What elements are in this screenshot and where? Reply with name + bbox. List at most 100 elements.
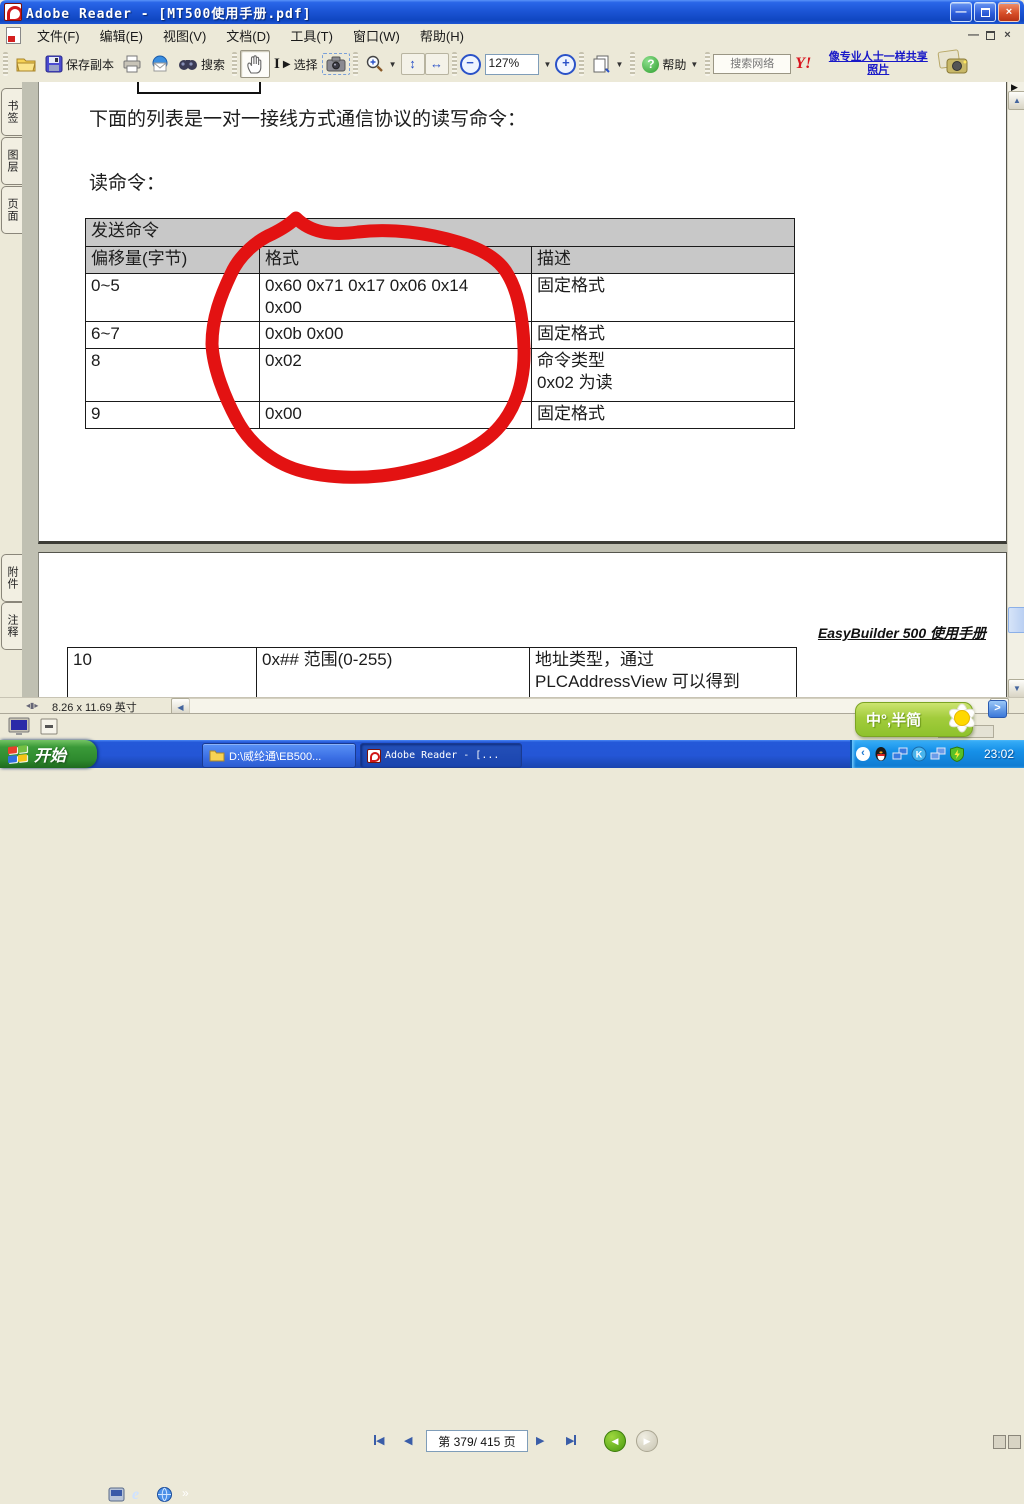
tab-comments[interactable]: 注释 [1, 602, 22, 650]
vertical-scroll-thumb[interactable] [1008, 607, 1024, 633]
close-button[interactable]: × [998, 2, 1020, 22]
page-layout-facing-icon[interactable] [1008, 1435, 1021, 1449]
toolbar-grip[interactable] [452, 52, 457, 76]
yahoo-button[interactable]: Y! [791, 52, 815, 76]
page-display-button[interactable]: ▼ [587, 51, 627, 77]
snapshot-button[interactable] [322, 53, 350, 75]
scroll-down-button[interactable]: ▼ [1008, 679, 1024, 698]
mdi-close-button[interactable]: × [999, 28, 1016, 43]
next-view-button[interactable]: ▶ [636, 1430, 658, 1452]
tab-attachments[interactable]: 附件 [1, 554, 22, 602]
ime-expand-button[interactable]: > [988, 700, 1007, 718]
vertical-scrollbar[interactable]: ▶ ▲ ▼ [1007, 82, 1024, 697]
quick-launch-browser-icon[interactable] [156, 1486, 173, 1503]
tab-pages[interactable]: 页面 [1, 186, 22, 234]
quick-launch-ie-icon[interactable]: e [132, 1486, 149, 1503]
zoom-level-combobox[interactable]: 127% [485, 54, 539, 75]
menu-file[interactable]: 文件(F) [27, 23, 90, 48]
help-icon: ? [642, 56, 659, 73]
table-row: 6~7 0x0b 0x00 固定格式 [86, 322, 795, 349]
ime-status-text: 中°,半简 [866, 709, 921, 730]
tray-network-icon[interactable] [892, 746, 908, 762]
document-section-label: 读命令： [89, 168, 165, 195]
previous-page-button[interactable]: ◀ [400, 1430, 416, 1450]
hide-tray-icons-chevron[interactable]: ‹ [856, 747, 870, 761]
menu-document[interactable]: 文档(D) [216, 23, 280, 48]
zoom-tool-button[interactable]: ▼ [361, 51, 401, 77]
save-copy-button[interactable]: 保存副本 [41, 52, 118, 76]
table-cell: 0~5 [86, 274, 260, 322]
zoom-tool-dropdown-icon: ▼ [389, 60, 397, 69]
select-label: 选择 [294, 56, 318, 73]
tab-layers[interactable]: 图层 [1, 137, 22, 185]
menu-help[interactable]: 帮助(H) [410, 23, 474, 48]
dropdown-icon: ▼ [544, 60, 552, 69]
tray-input-method-icon[interactable]: K [911, 746, 927, 762]
toolbar-grip[interactable] [705, 52, 710, 76]
svg-text:K: K [916, 750, 923, 760]
mdi-restore-button[interactable] [982, 28, 999, 43]
restore-button[interactable] [974, 2, 996, 22]
tray-antivirus-shield-icon[interactable] [949, 746, 965, 762]
toolbar-grip[interactable] [353, 52, 358, 76]
panel-splitter-handle[interactable]: ◂▮▸ [26, 701, 38, 710]
document-footer-title: EasyBuilder 500 使用手册 [818, 623, 986, 643]
select-tool-button[interactable]: I ▶ 选择 [270, 53, 322, 76]
toolbar-grip[interactable] [232, 52, 237, 76]
hide-panel-button[interactable] [40, 718, 58, 735]
mdi-minimize-button[interactable]: — [965, 28, 982, 43]
select-cursor-icon: ▶ [283, 59, 291, 70]
quick-launch-app-icon[interactable] [108, 1486, 125, 1503]
taskbar-button-explorer[interactable]: D:\威纶通\EB500... [202, 743, 356, 768]
save-copy-label: 保存副本 [66, 56, 114, 73]
menu-tools[interactable]: 工具(T) [280, 23, 343, 48]
toolbar-grip[interactable] [3, 52, 8, 76]
previous-view-button[interactable]: ◀ [604, 1430, 626, 1452]
menu-window[interactable]: 窗口(W) [343, 23, 410, 48]
window-title: Adobe Reader - [MT500使用手册.pdf] [26, 3, 312, 22]
tray-network2-icon[interactable] [930, 746, 946, 762]
document-canvas[interactable]: 下面的列表是一对一接线方式通信协议的读写命令： 读命令： 发送命令 偏移量(字节… [22, 82, 1007, 697]
zoom-out-button[interactable]: − [460, 54, 481, 75]
web-search-input[interactable] [713, 54, 791, 74]
minimize-button[interactable]: — [950, 2, 972, 22]
zoom-in-button[interactable]: + [555, 54, 576, 75]
tray-clock[interactable]: 23:02 [984, 747, 1014, 761]
toolbar-grip[interactable] [630, 52, 635, 76]
ad-banner[interactable]: 像专业人士一样共享照片 [819, 49, 975, 79]
help-button[interactable]: ? 帮助 ▼ [638, 53, 702, 76]
scroll-up-button[interactable]: ▲ [1008, 91, 1024, 110]
table-header-cell: 描述 [532, 247, 795, 274]
next-page-button[interactable]: ▶ [532, 1430, 548, 1450]
last-page-button[interactable]: ▶ [562, 1430, 580, 1450]
search-button[interactable]: 搜索 [174, 53, 229, 76]
tab-bookmarks[interactable]: 书签 [1, 88, 22, 136]
page-layout-single-icon[interactable] [993, 1435, 1006, 1449]
fullscreen-view-button[interactable] [8, 717, 30, 736]
email-button[interactable] [146, 52, 174, 76]
help-dropdown-icon: ▼ [690, 60, 698, 69]
taskbar-button-adobe-reader[interactable]: Adobe Reader - [... [360, 743, 522, 768]
pdf-document-icon[interactable] [6, 27, 21, 44]
ime-daisy-icon[interactable] [938, 698, 982, 740]
table-cell: 地址类型，通过 PLCAddressView 可以得到 [530, 648, 797, 698]
hand-tool-button[interactable] [240, 50, 270, 78]
menu-view[interactable]: 视图(V) [153, 23, 216, 48]
open-button[interactable] [11, 52, 41, 76]
print-button[interactable] [118, 52, 146, 76]
open-folder-icon [15, 55, 37, 73]
tray-qq-icon[interactable] [873, 746, 889, 762]
quick-launch-overflow-icon[interactable]: » [182, 1486, 189, 1500]
first-page-button[interactable]: ◀ [370, 1430, 388, 1450]
menu-edit[interactable]: 编辑(E) [90, 23, 153, 48]
zoom-level-dropdown[interactable]: ▼ [539, 57, 556, 72]
fit-width-button[interactable]: ↔ [425, 53, 449, 75]
start-button[interactable]: 开始 [0, 740, 97, 768]
ad-camera-icon [937, 49, 971, 79]
toolbar-grip[interactable] [579, 52, 584, 76]
page-number-input[interactable] [426, 1430, 528, 1452]
fit-page-button[interactable]: ↕ [401, 53, 425, 75]
table-cell: 固定格式 [532, 402, 795, 429]
table-cell: 6~7 [86, 322, 260, 349]
pdf-page-1: 下面的列表是一对一接线方式通信协议的读写命令： 读命令： 发送命令 偏移量(字节… [38, 82, 1007, 544]
